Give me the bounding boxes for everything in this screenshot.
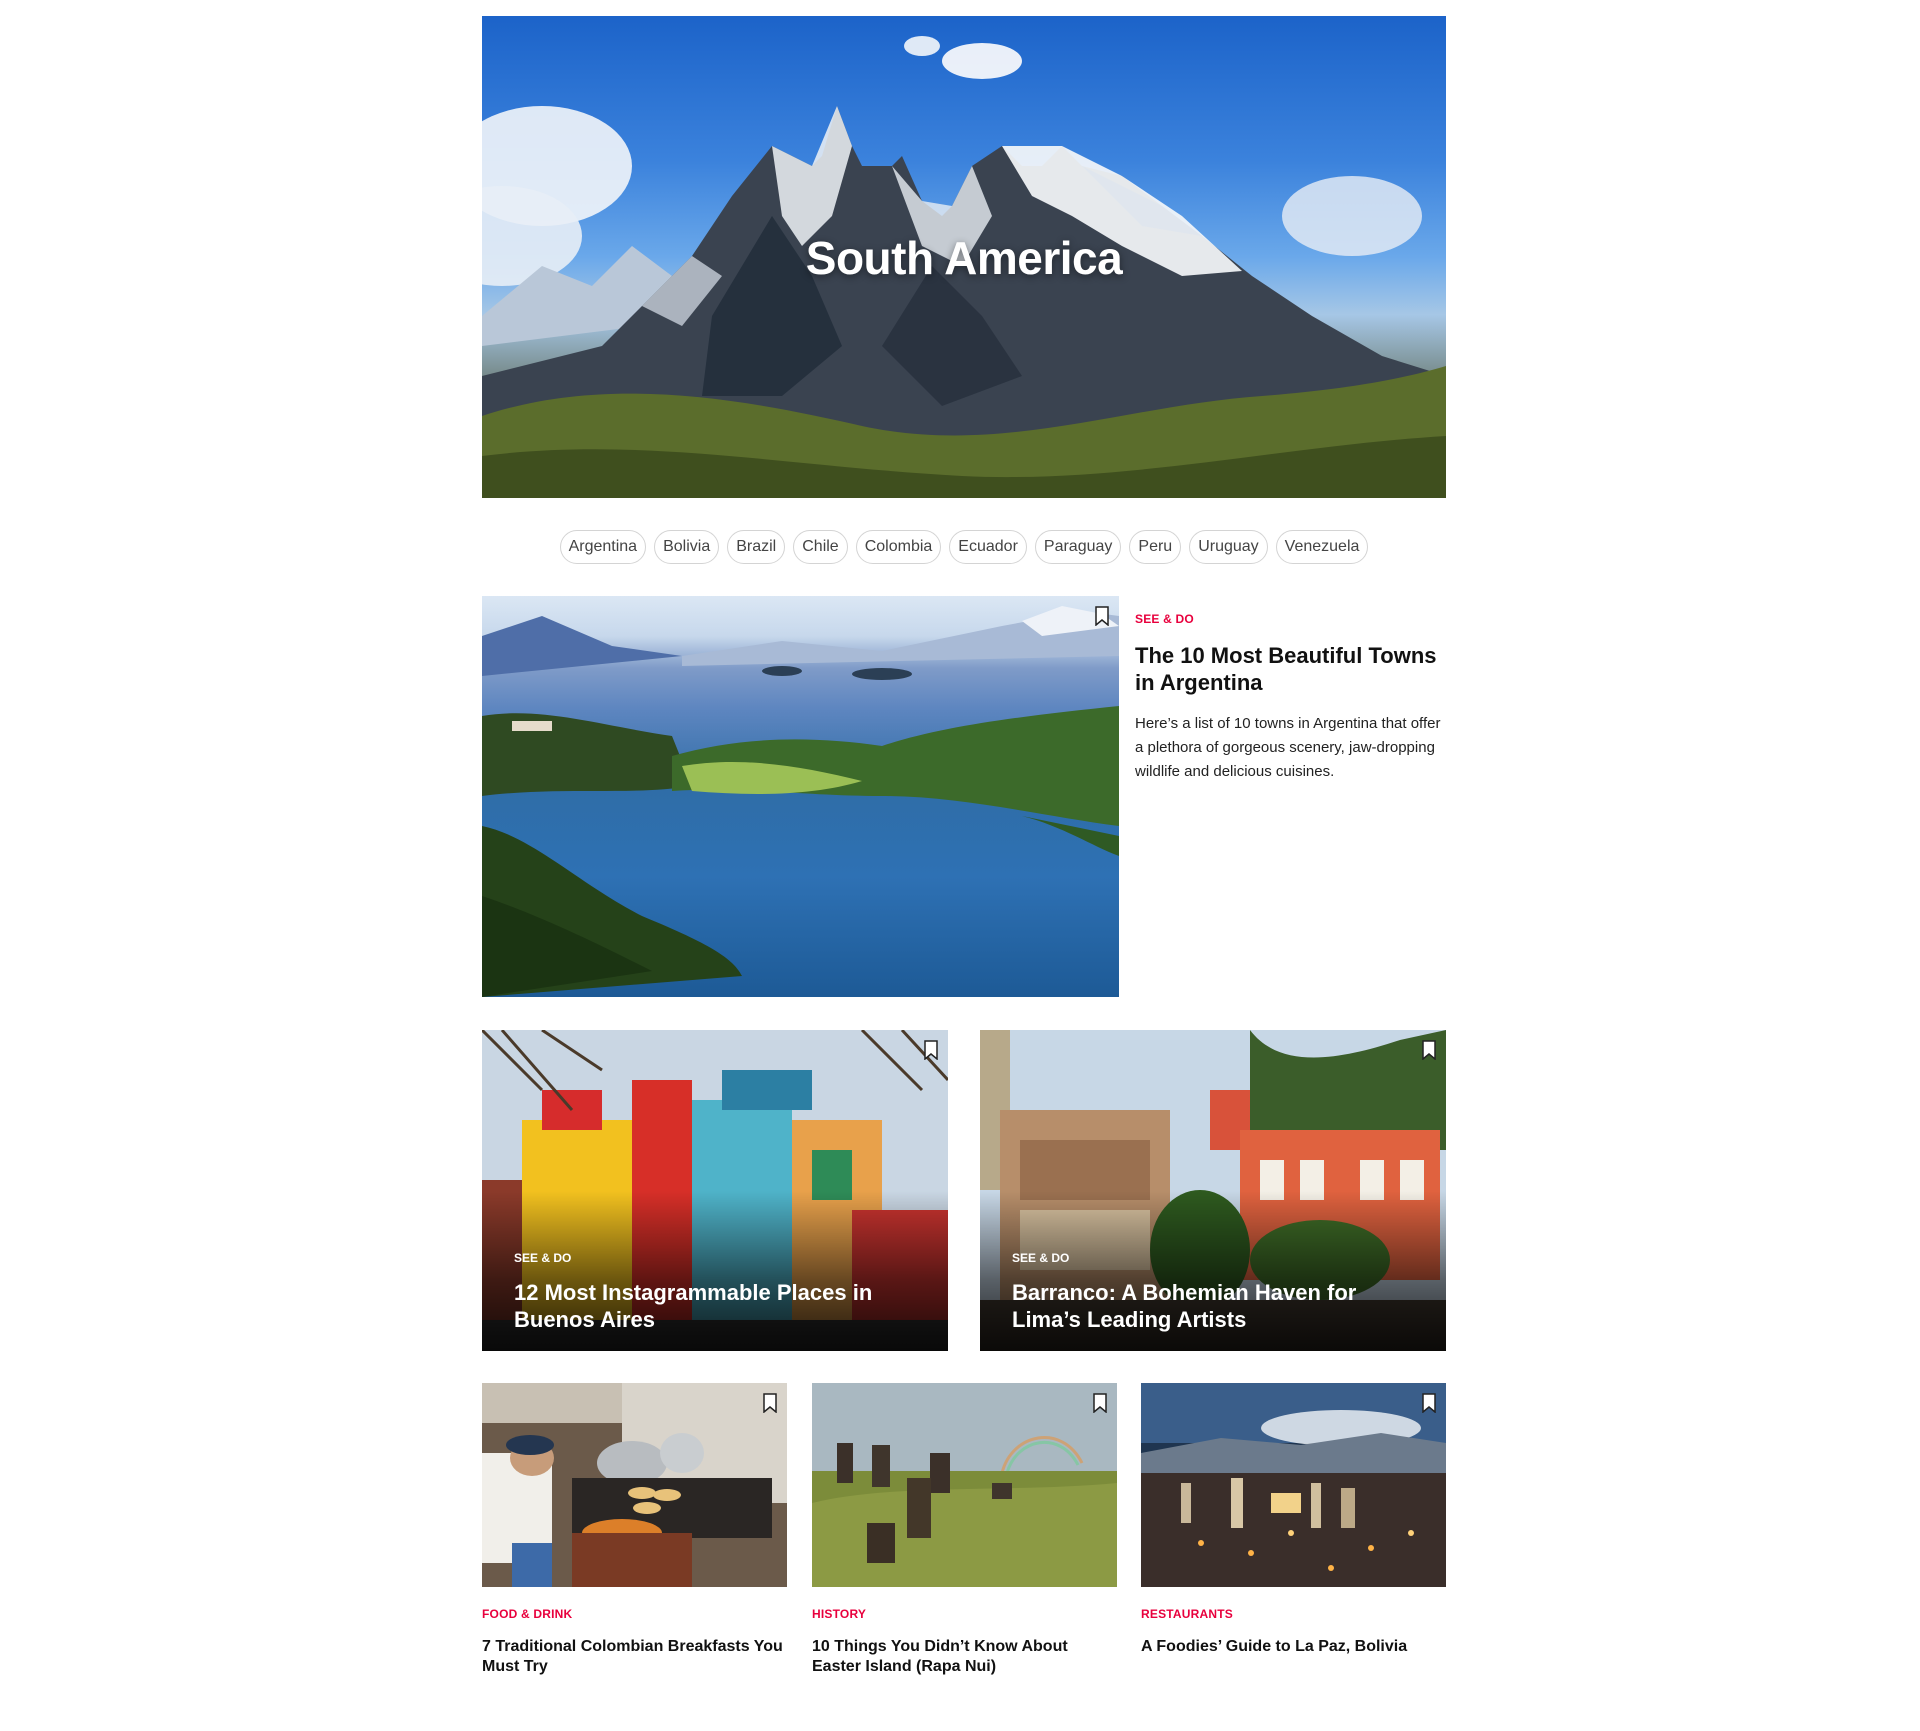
article-title[interactable]: 10 Things You Didn’t Know About Easter I… [812, 1637, 1117, 1677]
article-category[interactable]: SEE & DO [1012, 1251, 1414, 1265]
featured-article: SEE & DO The 10 Most Beautiful Towns in … [1135, 612, 1446, 784]
page: South America Argentina Bolivia Brazil C… [0, 0, 1920, 1731]
page-title: South America [805, 232, 1123, 284]
article-category[interactable]: FOOD & DRINK [482, 1607, 787, 1621]
country-pill[interactable]: Argentina [559, 530, 647, 564]
bookmark-icon[interactable] [1422, 1393, 1436, 1413]
article-card-barranco[interactable]: SEE & DO Barranco: A Bohemian Haven for … [980, 1030, 1446, 1351]
article-title[interactable]: A Foodies’ Guide to La Paz, Bolivia [1141, 1637, 1446, 1657]
article-card-easter-island[interactable]: HISTORY 10 Things You Didn’t Know About … [812, 1383, 1117, 1677]
article-title[interactable]: The 10 Most Beautiful Towns in Argentina [1135, 642, 1446, 696]
kitchen-image [482, 1383, 787, 1587]
hero-banner: South America [482, 16, 1446, 498]
country-pill[interactable]: Ecuador [949, 530, 1027, 564]
article-image[interactable] [1141, 1383, 1446, 1587]
article-title[interactable]: 7 Traditional Colombian Breakfasts You M… [482, 1637, 787, 1677]
article-excerpt: Here’s a list of 10 towns in Argentina t… [1135, 715, 1441, 780]
moai-image [812, 1383, 1117, 1587]
article-title[interactable]: Barranco: A Bohemian Haven for Lima’s Le… [1012, 1279, 1414, 1333]
bookmark-icon[interactable] [924, 1040, 938, 1060]
article-card-colombian-breakfasts[interactable]: FOOD & DRINK 7 Traditional Colombian Bre… [482, 1383, 787, 1677]
article-image[interactable] [482, 1383, 787, 1587]
lake-image [482, 606, 1119, 997]
country-pill[interactable]: Brazil [727, 530, 786, 564]
article-category[interactable]: SEE & DO [1135, 612, 1446, 626]
country-pill[interactable]: Chile [793, 530, 848, 564]
bookmark-icon[interactable] [1095, 606, 1109, 626]
bookmark-icon[interactable] [1422, 1040, 1436, 1060]
article-category[interactable]: HISTORY [812, 1607, 1117, 1621]
bookmark-icon[interactable] [763, 1393, 777, 1413]
country-filter-list: Argentina Bolivia Brazil Chile Colombia … [482, 530, 1446, 564]
bookmark-icon[interactable] [1093, 1393, 1107, 1413]
country-pill[interactable]: Peru [1129, 530, 1182, 564]
article-title[interactable]: 12 Most Instagrammable Places in Buenos … [514, 1279, 916, 1333]
country-pill[interactable]: Venezuela [1275, 530, 1369, 564]
country-pill[interactable]: Uruguay [1189, 530, 1268, 564]
country-pill[interactable]: Paraguay [1034, 530, 1122, 564]
article-card-la-paz[interactable]: RESTAURANTS A Foodies’ Guide to La Paz, … [1141, 1383, 1446, 1657]
country-pill[interactable]: Bolivia [654, 530, 720, 564]
article-image[interactable] [812, 1383, 1117, 1587]
article-category[interactable]: RESTAURANTS [1141, 1607, 1446, 1621]
country-pill[interactable]: Colombia [855, 530, 942, 564]
article-card-buenos-aires[interactable]: SEE & DO 12 Most Instagrammable Places i… [482, 1030, 948, 1351]
featured-article-image[interactable] [482, 596, 1119, 997]
article-category[interactable]: SEE & DO [514, 1251, 916, 1265]
la-paz-image [1141, 1383, 1446, 1587]
